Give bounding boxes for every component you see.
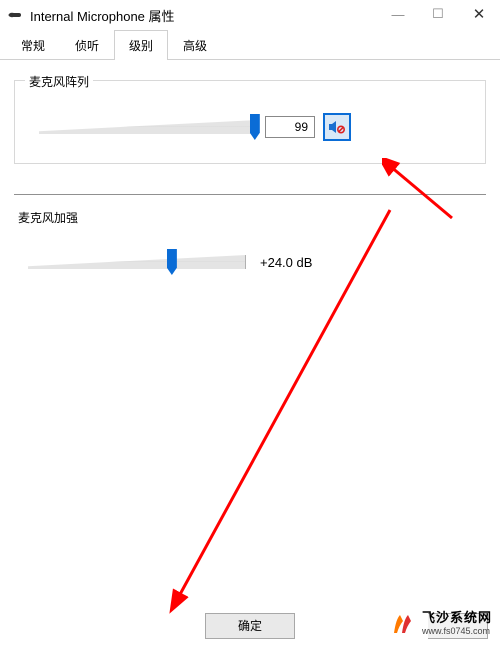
mic-device-icon	[8, 10, 24, 20]
ok-button[interactable]: 确定	[205, 613, 295, 639]
maximize-button[interactable]: ☐	[418, 0, 458, 28]
window-controls: — ☐ ✕	[378, 0, 500, 28]
mic-array-label: 麦克风阵列	[25, 73, 93, 90]
mic-array-value[interactable]: 99	[265, 116, 315, 138]
tab-general[interactable]: 常规	[6, 30, 60, 60]
titlebar: Internal Microphone 属性 — ☐ ✕	[0, 0, 500, 30]
mic-boost-slider-thumb[interactable]	[167, 249, 177, 275]
levels-panel: 麦克风阵列 99 麦克风加强	[0, 60, 500, 645]
tab-listen[interactable]: 侦听	[60, 30, 114, 60]
tab-advanced[interactable]: 高级	[168, 30, 222, 60]
mic-boost-label: 麦克风加强	[14, 209, 82, 226]
mic-boost-value: +24.0 dB	[254, 255, 312, 270]
mic-boost-row: +24.0 dB	[14, 249, 486, 275]
tab-strip: 常规 侦听 级别 高级	[0, 30, 500, 60]
close-button[interactable]: ✕	[458, 0, 500, 28]
speaker-muted-icon	[328, 119, 346, 135]
window-title: Internal Microphone 属性	[30, 6, 175, 25]
mic-boost-slider[interactable]	[28, 249, 246, 275]
mic-array-slider-thumb[interactable]	[250, 114, 260, 140]
mic-array-row: 99	[25, 113, 475, 141]
mute-button[interactable]	[323, 113, 351, 141]
mic-array-group: 麦克风阵列 99	[14, 80, 486, 164]
separator	[14, 194, 486, 195]
mic-array-slider[interactable]	[39, 114, 257, 140]
secondary-button-partial[interactable]	[428, 613, 488, 639]
tab-levels[interactable]: 级别	[114, 30, 168, 60]
dialog-buttons: 确定	[0, 613, 500, 639]
mic-boost-group: 麦克风加强 +24.0 dB	[14, 217, 486, 297]
minimize-button[interactable]: —	[378, 0, 418, 28]
